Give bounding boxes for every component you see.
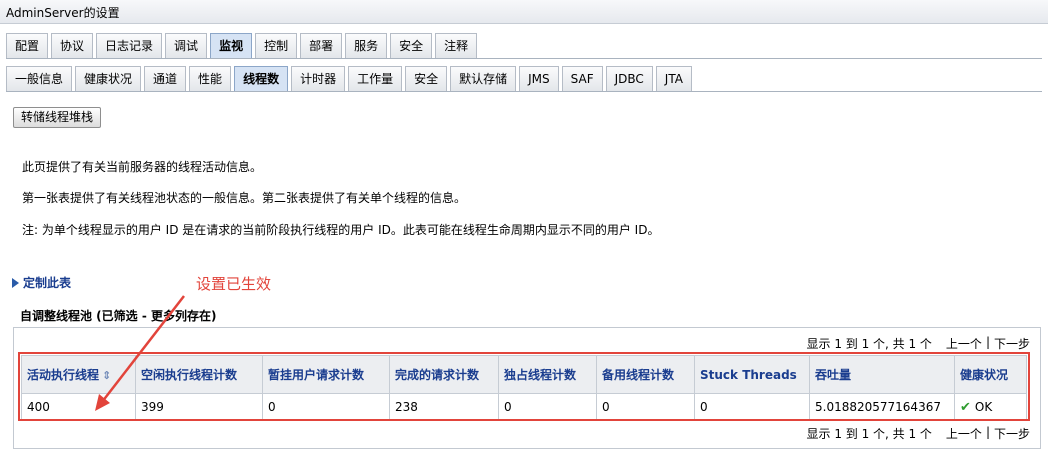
cell-active-threads: 400 [21, 393, 136, 421]
cell-idle-threads: 399 [135, 393, 263, 421]
cell-standby-threads: 0 [596, 393, 695, 421]
subtab-jta[interactable]: JTA [655, 66, 692, 91]
description-line-1: 此页提供了有关当前服务器的线程活动信息。 [22, 160, 263, 174]
table-header-row: 活动执行线程 ⇕ 空闲执行线程计数 暂挂用户请求计数 完成的请求计数 独占线程计数… [21, 355, 1027, 394]
cell-throughput: 5.018820577164367 [809, 393, 955, 421]
tab-debug[interactable]: 调试 [165, 33, 208, 58]
pager-range: 显示 1 到 1 个, 共 1 个 [806, 427, 932, 441]
description-line-3: 注: 为单个线程显示的用户 ID 是在请求的当前阶段执行线程的用户 ID。此表可… [22, 223, 660, 237]
secondary-tab-bar: 一般信息 健康状况 通道 性能 线程数 计时器 工作量 安全 默认存储 JMS … [6, 66, 695, 91]
window-title: AdminServer的设置 [6, 6, 120, 20]
expand-triangle-icon [12, 277, 19, 288]
subtab-security[interactable]: 安全 [405, 66, 448, 91]
cell-completed-requests: 238 [389, 393, 499, 421]
pager-next-link[interactable]: 下一步 [994, 335, 1030, 352]
pager-bottom: 显示 1 到 1 个, 共 1 个 上一个 | 下一步 [807, 425, 1031, 442]
subtab-default-store[interactable]: 默认存储 [450, 66, 517, 91]
subtab-jdbc[interactable]: JDBC [605, 66, 653, 91]
tab-deployment[interactable]: 部署 [300, 33, 343, 58]
thread-pool-table: 活动执行线程 ⇕ 空闲执行线程计数 暂挂用户请求计数 完成的请求计数 独占线程计数… [21, 355, 1027, 421]
subtab-workload[interactable]: 工作量 [348, 66, 403, 91]
secondary-tab-divider [6, 91, 1042, 92]
tab-control[interactable]: 控制 [255, 33, 298, 58]
subtab-performance[interactable]: 性能 [189, 66, 232, 91]
pool-table-title: 自调整线程池 (已筛选 - 更多列存在) [20, 309, 217, 323]
pager-prev-link[interactable]: 上一个 [946, 425, 982, 442]
subtab-health[interactable]: 健康状况 [75, 66, 142, 91]
tab-notes[interactable]: 注释 [435, 33, 478, 58]
pager-separator: | [985, 425, 990, 439]
check-icon: ✔ [960, 399, 971, 415]
column-header-label: 活动执行线程 [27, 368, 100, 382]
cell-health: ✔ OK [954, 393, 1027, 421]
pager-prev-link[interactable]: 上一个 [946, 335, 982, 352]
cell-pending-requests: 0 [262, 393, 390, 421]
tab-security[interactable]: 安全 [390, 33, 433, 58]
column-header-throughput[interactable]: 吞吐量 [809, 355, 955, 394]
dump-thread-stacks-button[interactable]: 转储线程堆栈 [13, 107, 102, 128]
tab-services[interactable]: 服务 [345, 33, 388, 58]
tab-protocol[interactable]: 协议 [51, 33, 94, 58]
window-title-bar: AdminServer的设置 [0, 0, 1048, 24]
pager-next-link[interactable]: 下一步 [994, 425, 1030, 442]
column-header-stuck-threads[interactable]: Stuck Threads [694, 355, 810, 394]
tab-monitoring[interactable]: 监视 [210, 33, 253, 58]
pager-separator: | [985, 335, 990, 349]
subtab-jms[interactable]: JMS [519, 66, 559, 91]
tab-logging[interactable]: 日志记录 [96, 33, 163, 58]
subtab-channels[interactable]: 通道 [144, 66, 187, 91]
subtab-general[interactable]: 一般信息 [6, 66, 73, 91]
column-header-completed-requests[interactable]: 完成的请求计数 [389, 355, 499, 394]
cell-hogging-threads: 0 [498, 393, 597, 421]
column-header-health[interactable]: 健康状况 [954, 355, 1027, 394]
customize-table-link[interactable]: 定制此表 [12, 274, 71, 291]
sort-arrows-icon[interactable]: ⇕ [102, 369, 111, 382]
subtab-threads[interactable]: 线程数 [234, 66, 289, 91]
subtab-saf[interactable]: SAF [561, 66, 603, 91]
column-header-pending-requests[interactable]: 暂挂用户请求计数 [262, 355, 390, 394]
cell-stuck-threads: 0 [694, 393, 810, 421]
annotation-text: 设置已生效 [196, 275, 272, 293]
column-header-idle-threads[interactable]: 空闲执行线程计数 [135, 355, 263, 394]
primary-tab-bar: 配置 协议 日志记录 调试 监视 控制 部署 服务 安全 注释 [6, 33, 480, 58]
pager-range: 显示 1 到 1 个, 共 1 个 [806, 337, 932, 351]
table-row: 400 399 0 238 0 0 0 5.018820577164367 ✔ … [21, 393, 1027, 421]
description-line-2: 第一张表提供了有关线程池状态的一般信息。第二张表提供了有关单个线程的信息。 [22, 191, 467, 205]
pager-top: 显示 1 到 1 个, 共 1 个 上一个 | 下一步 [807, 335, 1031, 352]
tab-config[interactable]: 配置 [6, 33, 49, 58]
customize-table-label: 定制此表 [23, 276, 72, 290]
health-status-text: OK [974, 400, 993, 414]
subtab-timers[interactable]: 计时器 [291, 66, 346, 91]
column-header-hogging-threads[interactable]: 独占线程计数 [498, 355, 597, 394]
column-header-active-threads[interactable]: 活动执行线程 ⇕ [21, 355, 136, 394]
primary-tab-divider [6, 58, 1042, 59]
column-header-standby-threads[interactable]: 备用线程计数 [596, 355, 695, 394]
